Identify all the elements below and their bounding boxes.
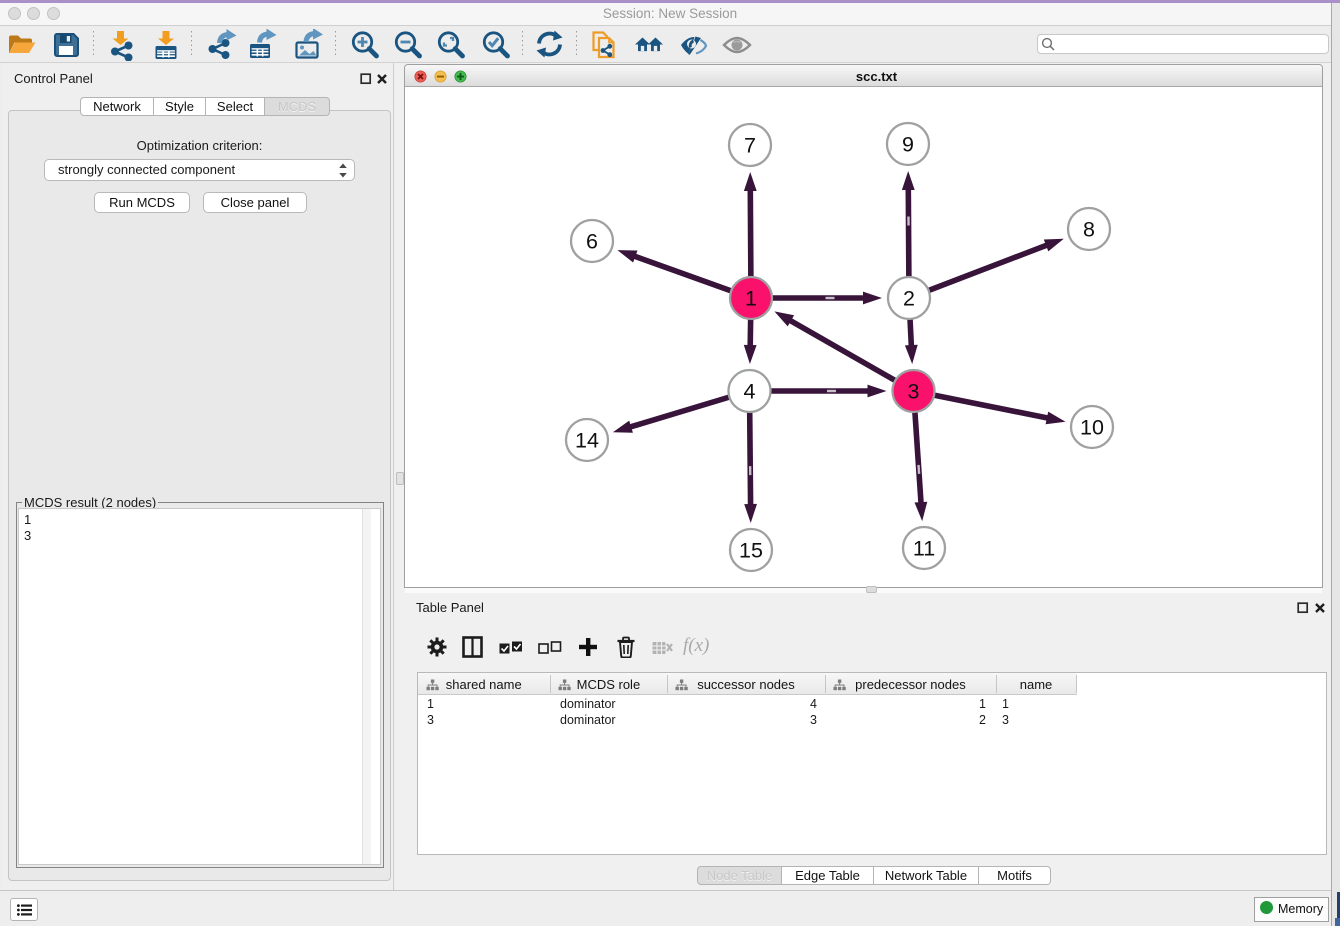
svg-text:2: 2 (903, 287, 915, 311)
svg-text:3: 3 (908, 380, 920, 404)
svg-text:1: 1 (745, 287, 757, 311)
svg-text:11: 11 (913, 537, 935, 561)
svg-text:14: 14 (575, 429, 599, 453)
svg-text:9: 9 (902, 133, 914, 157)
svg-text:6: 6 (586, 230, 598, 254)
svg-text:7: 7 (744, 134, 756, 158)
svg-text:4: 4 (744, 380, 756, 404)
svg-text:15: 15 (739, 539, 763, 563)
svg-text:10: 10 (1080, 416, 1104, 440)
svg-text:8: 8 (1083, 218, 1095, 242)
